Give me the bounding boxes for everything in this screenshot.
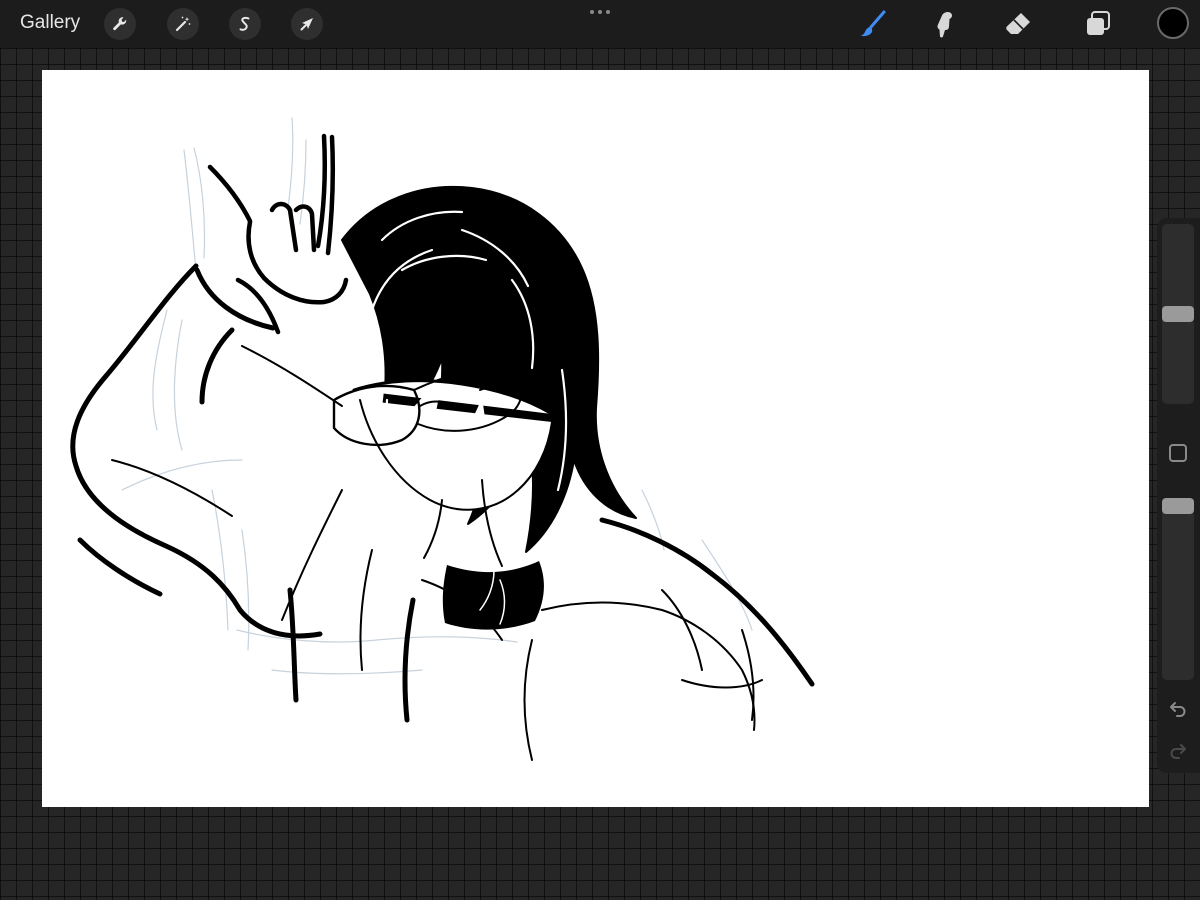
top-toolbar: Gallery <box>0 0 1200 48</box>
brush-icon <box>860 10 886 37</box>
eraser-icon <box>1006 13 1030 34</box>
layers-icon <box>1087 11 1110 35</box>
wrench-icon <box>113 17 127 31</box>
smudge-icon <box>937 12 952 38</box>
more-options-button[interactable] <box>584 4 616 20</box>
dot-icon <box>598 10 602 14</box>
selection-icon <box>239 16 250 31</box>
smudge-tool-button[interactable] <box>926 6 962 42</box>
paint-tool-button[interactable] <box>855 6 891 42</box>
transform-button[interactable] <box>291 8 323 40</box>
brush-opacity-slider[interactable] <box>1162 498 1194 680</box>
brush-opacity-handle[interactable] <box>1162 498 1194 514</box>
dot-icon <box>590 10 594 14</box>
color-picker-button[interactable] <box>1157 7 1189 39</box>
brush-size-handle[interactable] <box>1162 306 1194 322</box>
arrow-cursor-icon <box>300 18 313 31</box>
drawing-canvas[interactable] <box>42 70 1149 807</box>
selection-button[interactable] <box>229 8 261 40</box>
actions-button[interactable] <box>104 8 136 40</box>
dot-icon <box>606 10 610 14</box>
magic-wand-icon <box>175 16 191 32</box>
layers-button[interactable] <box>1080 6 1116 42</box>
redo-button[interactable] <box>1165 740 1191 762</box>
eraser-tool-button[interactable] <box>1000 6 1036 42</box>
undo-icon <box>1170 702 1186 717</box>
undo-button[interactable] <box>1165 698 1191 720</box>
gallery-button[interactable]: Gallery <box>20 12 80 34</box>
adjustments-button[interactable] <box>167 8 199 40</box>
redo-icon <box>1170 744 1186 759</box>
modify-button[interactable] <box>1169 444 1187 462</box>
brush-size-slider[interactable] <box>1162 224 1194 404</box>
right-sidebar <box>1157 218 1200 773</box>
sketch-artwork <box>70 117 815 761</box>
